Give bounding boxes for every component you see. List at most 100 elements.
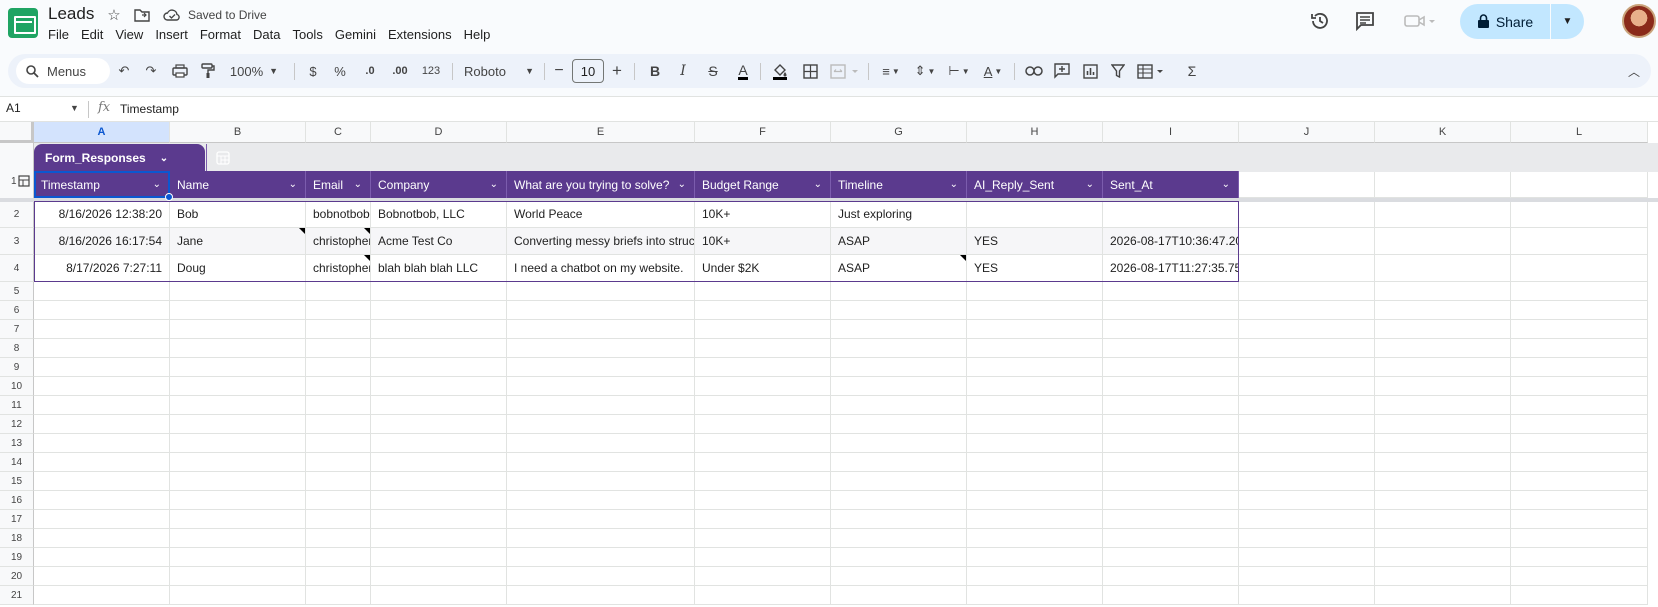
grid-cell[interactable] — [1375, 201, 1511, 228]
row-header-13[interactable]: 13 — [0, 434, 34, 453]
grid-cell[interactable] — [306, 472, 371, 491]
grid-cell[interactable] — [507, 282, 695, 301]
grid-cell[interactable] — [507, 529, 695, 548]
menu-edit[interactable]: Edit — [81, 27, 109, 42]
grid-cell[interactable] — [1103, 510, 1239, 529]
table-cell[interactable]: 8/16/2026 12:38:20 — [34, 201, 170, 228]
insert-chart-icon[interactable] — [1078, 54, 1102, 88]
chevron-down-icon[interactable]: ⌄ — [354, 179, 362, 190]
grid-cell[interactable] — [1511, 171, 1648, 198]
grid-cell[interactable] — [967, 396, 1103, 415]
grid-cell[interactable] — [1375, 255, 1511, 282]
text-color-button[interactable]: A — [732, 54, 754, 88]
name-box[interactable]: A1 — [6, 101, 21, 115]
grid-cell[interactable] — [371, 282, 507, 301]
grid-cell[interactable] — [507, 377, 695, 396]
grid-cell[interactable] — [507, 339, 695, 358]
collapse-toolbar-icon[interactable]: ︿ — [1624, 54, 1644, 88]
grid-cell[interactable] — [831, 510, 967, 529]
grid-cell[interactable] — [1103, 548, 1239, 567]
grid-cell[interactable] — [1375, 339, 1511, 358]
grid-cell[interactable] — [34, 491, 170, 510]
grid-cell[interactable] — [1103, 415, 1239, 434]
table-cell[interactable]: 2026-08-17T11:27:35.75 — [1103, 255, 1239, 282]
column-header-j[interactable]: J — [1239, 122, 1375, 143]
table-cell[interactable]: I need a chatbot on my website. — [507, 255, 695, 282]
table-cell[interactable] — [967, 201, 1103, 228]
grid-cell[interactable] — [831, 434, 967, 453]
grid-cell[interactable] — [1239, 320, 1375, 339]
grid-cell[interactable] — [1375, 358, 1511, 377]
table-cell[interactable]: 10K+ — [695, 201, 831, 228]
select-all-corner[interactable] — [0, 122, 34, 143]
grid-cell[interactable] — [34, 415, 170, 434]
grid-cell[interactable] — [507, 320, 695, 339]
grid-cell[interactable] — [1511, 510, 1648, 529]
note-indicator-icon[interactable] — [364, 255, 370, 261]
grid-cell[interactable] — [170, 510, 306, 529]
row-header-12[interactable]: 12 — [0, 415, 34, 434]
grid-cell[interactable] — [306, 510, 371, 529]
grid-cell[interactable] — [507, 358, 695, 377]
grid-cell[interactable] — [371, 434, 507, 453]
functions-button[interactable]: Σ — [1182, 54, 1202, 88]
column-header-e[interactable]: E — [507, 122, 695, 143]
menu-insert[interactable]: Insert — [155, 27, 194, 42]
grid-cell[interactable] — [831, 491, 967, 510]
avatar[interactable] — [1622, 4, 1656, 38]
strikethrough-button[interactable]: S — [702, 54, 724, 88]
grid-cell[interactable] — [507, 510, 695, 529]
grid-cell[interactable] — [371, 510, 507, 529]
borders-icon[interactable] — [798, 54, 822, 88]
grid-cell[interactable] — [1375, 377, 1511, 396]
chevron-down-icon[interactable]: ⌄ — [1222, 179, 1230, 190]
grid-cell[interactable] — [967, 491, 1103, 510]
grid-cell[interactable] — [1511, 358, 1648, 377]
grid-cell[interactable] — [831, 548, 967, 567]
grid-cell[interactable] — [507, 453, 695, 472]
grid-cell[interactable] — [967, 282, 1103, 301]
row-header-18[interactable]: 18 — [0, 529, 34, 548]
grid-cell[interactable] — [170, 301, 306, 320]
row-header-2[interactable]: 2 — [0, 201, 34, 228]
grid-cell[interactable] — [967, 320, 1103, 339]
grid-cell[interactable] — [967, 586, 1103, 605]
grid-cell[interactable] — [1239, 567, 1375, 586]
grid-cell[interactable] — [1375, 529, 1511, 548]
grid-cell[interactable] — [1511, 415, 1648, 434]
column-header-l[interactable]: L — [1511, 122, 1648, 143]
grid-cell[interactable] — [306, 301, 371, 320]
grid-cell[interactable] — [1511, 201, 1648, 228]
grid-cell[interactable] — [1375, 396, 1511, 415]
grid-cell[interactable] — [1239, 301, 1375, 320]
format-currency-button[interactable]: $ — [304, 54, 322, 88]
grid-cell[interactable] — [1239, 529, 1375, 548]
table-header-company[interactable]: Company ⌄ — [371, 171, 507, 198]
paint-format-icon[interactable] — [196, 54, 220, 88]
menu-gemini[interactable]: Gemini — [335, 27, 382, 42]
grid-cell[interactable] — [170, 434, 306, 453]
chevron-down-icon[interactable]: ⌄ — [1086, 179, 1094, 190]
table-cell[interactable]: ASAP — [831, 228, 967, 255]
grid-cell[interactable] — [1375, 586, 1511, 605]
row-header-7[interactable]: 7 — [0, 320, 34, 339]
grid-cell[interactable] — [170, 377, 306, 396]
column-header-f[interactable]: F — [695, 122, 831, 143]
grid-cell[interactable] — [1103, 472, 1239, 491]
note-indicator-icon[interactable] — [364, 228, 370, 234]
grid-cell[interactable] — [306, 529, 371, 548]
grid-cell[interactable] — [695, 510, 831, 529]
grid-cell[interactable] — [967, 510, 1103, 529]
grid-cell[interactable] — [306, 320, 371, 339]
grid-cell[interactable] — [831, 301, 967, 320]
column-header-g[interactable]: G — [831, 122, 967, 143]
menu-file[interactable]: File — [48, 27, 75, 42]
comments-icon[interactable] — [1353, 9, 1377, 33]
grid-cell[interactable] — [170, 586, 306, 605]
star-icon[interactable]: ☆ — [104, 5, 124, 25]
note-indicator-icon[interactable] — [299, 228, 305, 234]
grid-cell[interactable] — [507, 434, 695, 453]
grid-cell[interactable] — [1375, 567, 1511, 586]
grid-cell[interactable] — [1103, 396, 1239, 415]
row-header-19[interactable]: 19 — [0, 548, 34, 567]
